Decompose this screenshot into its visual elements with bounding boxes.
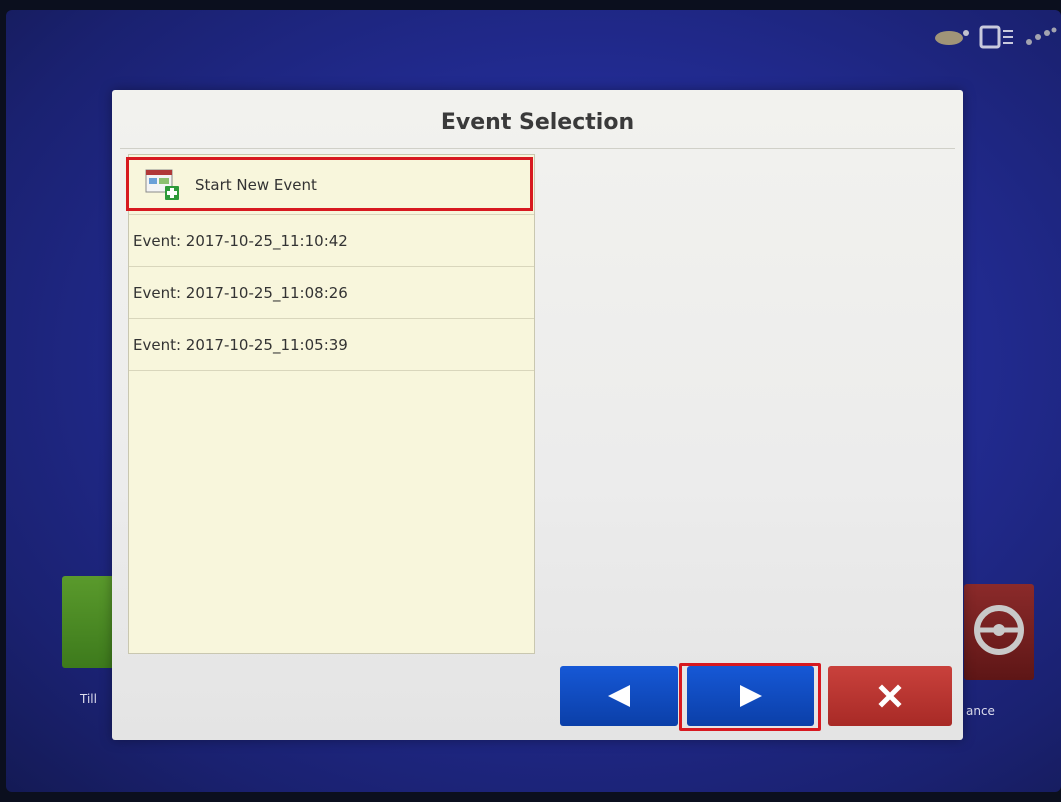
signal-icon <box>1026 27 1057 45</box>
title-divider <box>120 148 955 149</box>
guidance-app-label: ance <box>966 704 995 718</box>
event-item-label: Event: 2017-10-25_11:05:39 <box>133 335 348 354</box>
previous-button[interactable] <box>560 666 678 726</box>
gps-icon <box>935 30 969 45</box>
event-list: Start New Event Event: 2017-10-25_11:10:… <box>126 154 535 654</box>
event-item[interactable]: Event: 2017-10-25_11:08:26 <box>129 267 534 319</box>
steering-wheel-icon <box>974 605 1024 655</box>
tillage-app-label: Till <box>80 692 97 706</box>
right-triangle-icon <box>739 685 762 707</box>
status-bar <box>933 24 1057 50</box>
new-event-icon <box>145 169 179 200</box>
event-item-label: Event: 2017-10-25_11:08:26 <box>133 283 348 302</box>
cancel-button[interactable] <box>828 666 952 726</box>
guidance-app-tile[interactable] <box>964 584 1034 680</box>
event-item[interactable]: Event: 2017-10-25_11:10:42 <box>129 215 534 267</box>
event-item-label: Event: 2017-10-25_11:10:42 <box>133 231 348 250</box>
event-item[interactable]: Event: 2017-10-25_11:05:39 <box>129 319 534 371</box>
display-link-icon <box>979 25 1013 49</box>
start-new-event-label: Start New Event <box>195 175 317 194</box>
start-new-event-item[interactable]: Start New Event <box>129 155 534 215</box>
left-triangle-icon <box>608 685 630 707</box>
event-selection-dialog: Event Selection Start New Event Event: 2… <box>112 90 963 740</box>
dialog-title: Event Selection <box>440 110 635 135</box>
next-button[interactable] <box>687 666 814 726</box>
close-x-icon <box>878 684 902 708</box>
